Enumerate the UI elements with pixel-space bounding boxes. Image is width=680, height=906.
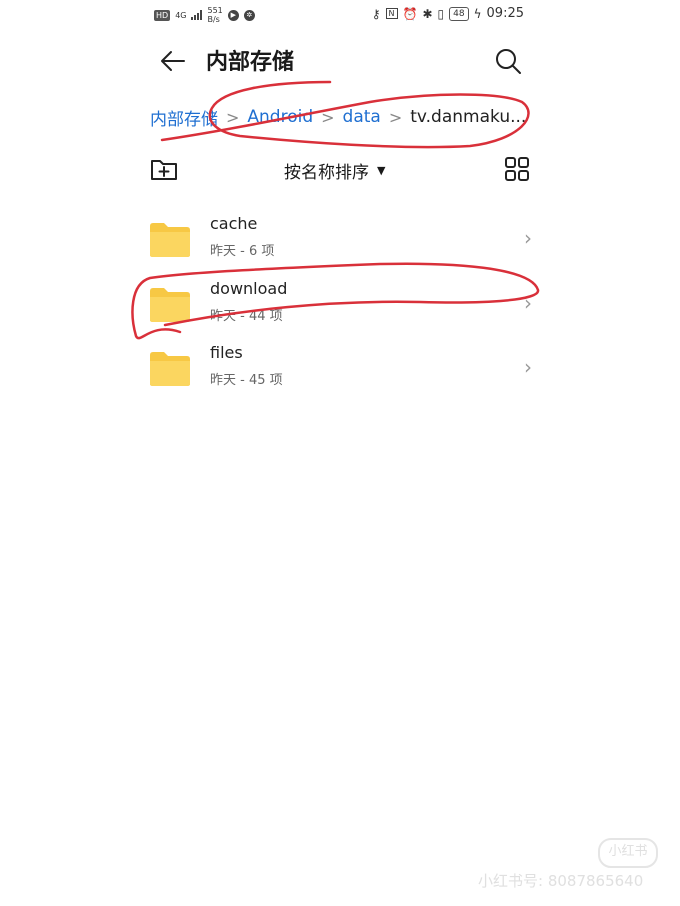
search-button[interactable]: [493, 46, 523, 76]
key-icon: ⚷: [371, 6, 381, 21]
folder-plus-icon: [151, 160, 177, 180]
charging-icon: ϟ: [473, 6, 482, 21]
bluetooth-icon: ✱: [422, 6, 433, 21]
shutter-icon: ✲: [243, 9, 255, 21]
folder-icon: [150, 288, 190, 322]
chevron-right-icon: >: [388, 107, 403, 127]
sort-dropdown[interactable]: 按名称排序 ▼: [284, 158, 385, 183]
folder-icon: [150, 352, 190, 386]
list-item[interactable]: cache 昨天 - 6 项 ›: [146, 206, 536, 270]
alarm-icon: ⏰: [402, 6, 418, 21]
vibrate-icon: ▯: [437, 6, 445, 21]
status-bar: HD 4G 551 B/s ▶ ✲ ⚷ N ⏰ ✱ ▯ 48 ϟ 09:25: [150, 0, 530, 30]
annotation-overlay: [131, 80, 540, 340]
watermark-text: 小红书号: 8087865640: [478, 872, 644, 890]
grid-icon: [505, 157, 529, 181]
file-name: files: [210, 343, 243, 362]
chevron-right-icon: ›: [524, 291, 532, 315]
caret-down-icon: ▼: [377, 164, 386, 177]
battery-icon: 48: [449, 6, 469, 21]
breadcrumb-android[interactable]: Android: [247, 107, 313, 127]
file-meta: 昨天 - 45 项: [210, 373, 283, 388]
file-name: cache: [210, 214, 258, 233]
search-icon: [496, 49, 521, 74]
folder-icon: [150, 223, 190, 257]
watermark-logo: 小红书: [598, 838, 658, 868]
file-name: download: [210, 279, 288, 298]
play-icon: ▶: [227, 9, 239, 21]
signal-icon: [191, 10, 203, 20]
list-item[interactable]: files 昨天 - 45 项 ›: [146, 335, 536, 399]
back-button[interactable]: [158, 46, 188, 76]
chevron-right-icon: >: [321, 107, 335, 127]
file-meta: 昨天 - 44 项: [210, 309, 283, 324]
file-meta: 昨天 - 6 项: [210, 244, 275, 259]
breadcrumb-data[interactable]: data: [343, 107, 381, 127]
clock: 09:25: [486, 6, 524, 21]
breadcrumb-current: tv.danmaku...: [410, 107, 527, 127]
hd-indicator: HD: [154, 9, 171, 21]
arrow-left-icon: [161, 51, 185, 71]
network-type: 4G: [175, 10, 187, 20]
network-speed: 551 B/s: [207, 6, 223, 24]
chevron-right-icon: ›: [524, 355, 532, 379]
breadcrumb-internal-storage[interactable]: 内部存储: [150, 105, 218, 130]
chevron-right-icon: ›: [524, 226, 532, 250]
breadcrumb: 内部存储 > Android > data > tv.danmaku...: [150, 104, 530, 130]
new-folder-button[interactable]: [150, 156, 178, 182]
chevron-right-icon: >: [226, 107, 240, 127]
nfc-icon: N: [385, 8, 398, 19]
list-item[interactable]: download 昨天 - 44 项 ›: [146, 271, 536, 335]
grid-view-button[interactable]: [504, 156, 530, 182]
sort-label: 按名称排序: [284, 163, 369, 183]
page-title: 内部存储: [206, 50, 295, 75]
